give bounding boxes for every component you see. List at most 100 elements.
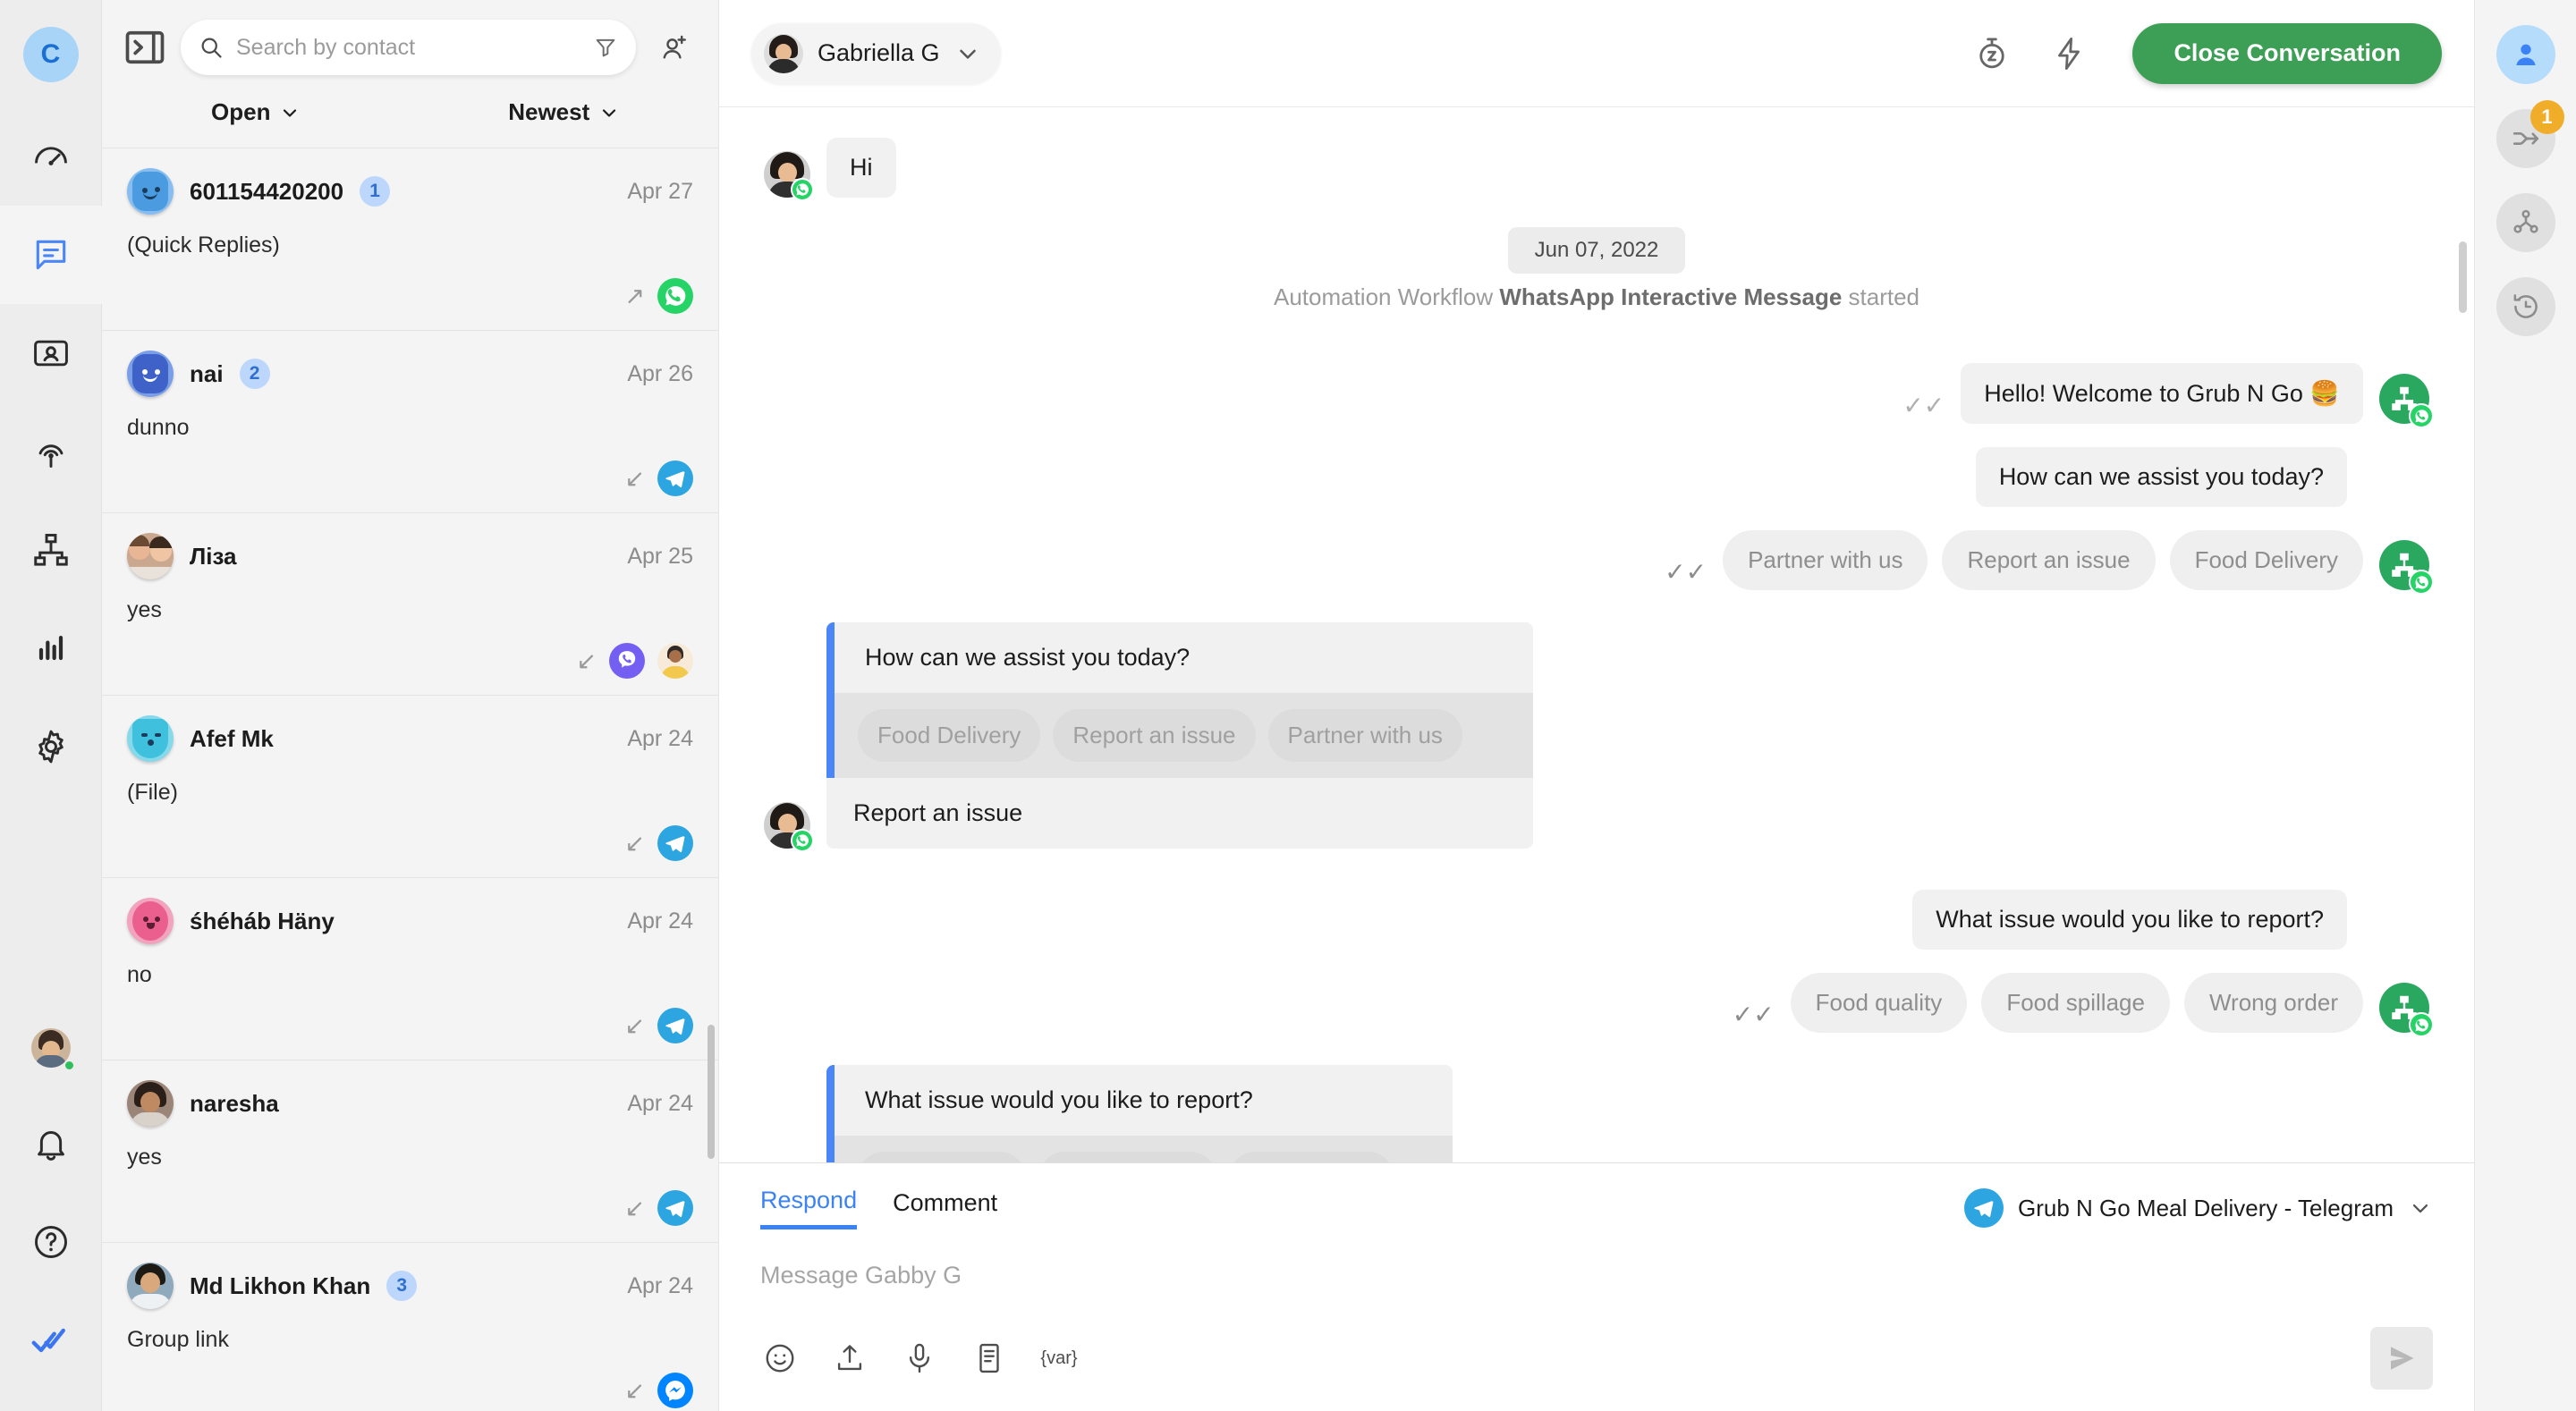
delivery-ticks: ✓✓ [1902, 392, 1945, 419]
timestamp: Apr 26 [627, 360, 693, 386]
tab-comment[interactable]: Comment [893, 1189, 997, 1228]
app-root: C Search by contact Open Newest 60115442… [0, 0, 2576, 1411]
quick-reply-chip[interactable]: Food Delivery [2169, 530, 2363, 590]
card-option-chip[interactable]: Food quality [1228, 1152, 1395, 1162]
card-question: How can we assist you today? [826, 622, 1533, 693]
search-row [102, 0, 718, 88]
send-button[interactable] [2370, 1327, 2433, 1390]
gear-icon [38, 730, 64, 764]
sidebar-item-workflows[interactable] [0, 501, 102, 599]
list-item[interactable]: 601154420200 1 Apr 27 (Quick Replies) ↗ [102, 148, 718, 331]
user-icon [2515, 44, 2536, 66]
avatar [127, 533, 174, 579]
chevron-down-icon [959, 49, 976, 59]
list-item[interactable]: Md Likhon Khan 3 Apr 24 Group link ↙ [102, 1243, 718, 1411]
conversation-list-panel: Open Newest 601154420200 1 [102, 0, 719, 1411]
status-filter-dropdown[interactable]: Open [102, 98, 411, 126]
sidebar-item-broadcasts[interactable] [0, 402, 102, 501]
variable-button[interactable]: {var} [1039, 1339, 1079, 1378]
snippet-button[interactable] [970, 1339, 1009, 1378]
funnel-icon[interactable] [593, 35, 618, 60]
user-profile-button[interactable] [0, 1001, 102, 1094]
avatar [127, 168, 174, 215]
close-conversation-button[interactable]: Close Conversation [2132, 22, 2442, 84]
chat-contact-name: Gabriella G [818, 39, 940, 66]
card-option-chip[interactable]: Wrong order [858, 1152, 1027, 1162]
search-input[interactable] [236, 34, 580, 61]
snooze-button[interactable] [1962, 24, 2021, 83]
voice-button[interactable] [900, 1339, 939, 1378]
chevron-down-icon [284, 108, 297, 117]
conversation-list[interactable]: 601154420200 1 Apr 27 (Quick Replies) ↗ [102, 148, 718, 1411]
telegram-channel-icon [657, 1190, 693, 1226]
card-option-chip[interactable]: Partner with us [1267, 709, 1462, 762]
system-note-workflow-name: WhatsApp Interactive Message [1499, 283, 1843, 310]
chat-header: Gabriella G Close Conversation [719, 0, 2474, 107]
double-check-logo-icon [31, 1328, 65, 1353]
search-box[interactable] [181, 20, 636, 75]
list-item[interactable]: nai 2 Apr 26 dunno ↙ [102, 331, 718, 513]
sidebar-item-settings[interactable] [0, 697, 102, 796]
unread-badge: 2 [239, 359, 270, 389]
list-filters: Open Newest [102, 88, 718, 148]
emoji-button[interactable] [760, 1339, 800, 1378]
quick-reply-chip[interactable]: Report an issue [1942, 530, 2156, 590]
sidebar-item-reports[interactable] [0, 599, 102, 697]
quick-reply-chip[interactable]: Wrong order [2183, 973, 2363, 1033]
card-option-chip[interactable]: Food Delivery [858, 709, 1041, 762]
message-preview: dunno [127, 415, 190, 440]
brand-logo-button[interactable] [0, 1291, 102, 1390]
notifications-button[interactable] [0, 1094, 102, 1193]
list-item[interactable]: Afef Mk Apr 24 (File) ↙ [102, 696, 718, 878]
integrations-button[interactable] [2496, 193, 2555, 252]
thread-scrollbar-thumb[interactable] [2459, 241, 2467, 313]
assignment-button[interactable]: 1 [2496, 100, 2564, 168]
assigned-agent-avatar [657, 643, 693, 679]
sidebar-item-dashboard[interactable] [0, 107, 102, 206]
timestamp: Apr 27 [627, 178, 693, 204]
card-option-chip[interactable]: Food spillage [1038, 1152, 1216, 1162]
list-item[interactable]: śhéháb Häny Apr 24 no ↙ [102, 878, 718, 1060]
contact-selector[interactable]: Gabriella G [751, 22, 1001, 84]
history-button[interactable] [2496, 277, 2555, 336]
tab-respond[interactable]: Respond [760, 1187, 858, 1229]
telegram-channel-icon [657, 825, 693, 861]
incoming-arrow-icon: ↙ [624, 464, 645, 492]
list-item[interactable]: naresha Apr 24 yes ↙ [102, 1060, 718, 1243]
avatar [764, 802, 814, 852]
sort-filter-dropdown[interactable]: Newest [411, 98, 719, 126]
status-filter-label: Open [211, 98, 271, 125]
message-thread[interactable]: Jun 07, 2022 Hi Automation Workflow What… [719, 107, 2474, 1162]
variable-icon: {var} [1040, 1348, 1078, 1368]
contact-details-button[interactable] [2496, 25, 2555, 84]
list-item[interactable]: Ліза Apr 25 yes ↙ [102, 513, 718, 696]
help-button[interactable] [0, 1193, 102, 1291]
message-input[interactable]: Message Gabby G [760, 1262, 2433, 1289]
collapse-panel-button[interactable] [122, 24, 168, 71]
nav-bottom-group [0, 1001, 101, 1411]
sidebar-item-inbox[interactable] [0, 206, 102, 304]
avatar [127, 1080, 174, 1127]
sidebar-item-contacts[interactable] [0, 304, 102, 402]
quick-reply-chip[interactable]: Food spillage [1981, 973, 2170, 1033]
channel-selector[interactable]: Grub N Go Meal Delivery - Telegram [1964, 1188, 2433, 1228]
whatsapp-channel-icon [2409, 1012, 2434, 1037]
message-bubble: How can we assist you today? [1975, 447, 2347, 507]
snippet-icon [979, 1343, 999, 1373]
add-contact-button[interactable] [648, 22, 699, 72]
workspace-avatar[interactable]: C [22, 27, 79, 82]
quick-reply-chip[interactable]: Partner with us [1723, 530, 1928, 590]
speedometer-icon [34, 147, 67, 165]
date-divider-label: Jun 07, 2022 [1507, 227, 1686, 274]
card-option-chip[interactable]: Report an issue [1053, 709, 1256, 762]
bot-avatar [2379, 540, 2434, 595]
sitemap-icon [33, 534, 68, 566]
system-note: Automation Workflow WhatsApp Interactive… [764, 283, 2429, 311]
bot-avatar [2379, 983, 2434, 1037]
left-nav-rail: C [0, 0, 102, 1411]
card-answer: Report an issue [853, 799, 1023, 826]
attach-button[interactable] [830, 1339, 869, 1378]
quick-reply-chip[interactable]: Food quality [1790, 973, 1968, 1033]
shortcuts-button[interactable] [2039, 24, 2098, 83]
list-scrollbar-thumb[interactable] [708, 1025, 715, 1159]
